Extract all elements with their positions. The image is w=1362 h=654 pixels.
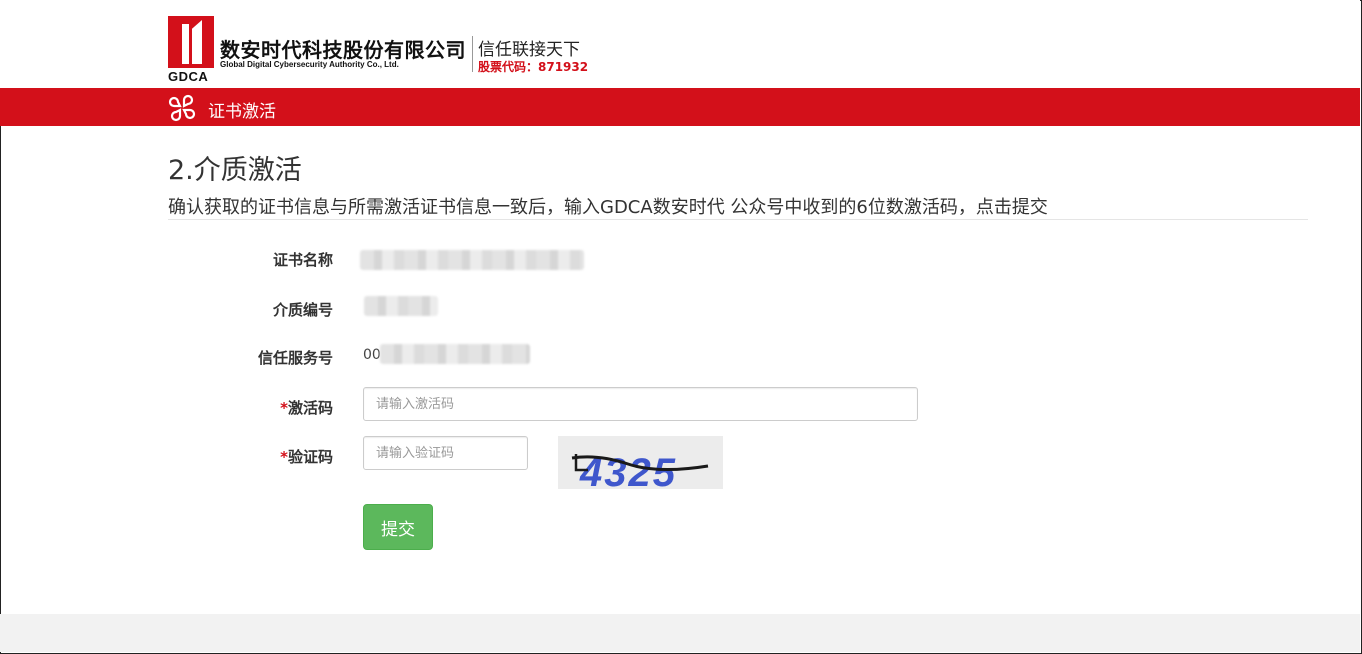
page-instructions: 确认获取的证书信息与所需激活证书信息一致后，输入GDCA数安时代 公众号中收到的… [168, 197, 1048, 218]
trust-service-prefix: 00 [363, 347, 381, 363]
page-footer [0, 614, 1360, 652]
captcha-label-text: 验证码 [287, 448, 333, 466]
activation-code-label: *激活码 [173, 397, 333, 418]
activation-code-label-text: 激活码 [287, 399, 333, 417]
clover-grid-icon [168, 94, 196, 122]
nav-bar [0, 88, 1360, 126]
cert-name-value-redacted [360, 250, 584, 270]
submit-button[interactable]: 提交 [363, 504, 433, 550]
title-divider [168, 219, 1308, 220]
company-name-en: Global Digital Cybersecurity Authority C… [220, 60, 399, 69]
stock-code: 股票代码：871932 [478, 60, 589, 74]
slogan: 信任联接天下 [478, 40, 580, 60]
trust-service-value-redacted [380, 344, 530, 364]
logo-text: GDCA [168, 69, 209, 84]
captcha-label: *验证码 [173, 446, 333, 467]
page-title: 2.介质激活 [168, 155, 302, 186]
nav-title: 证书激活 [208, 102, 276, 122]
cert-name-label: 证书名称 [272, 251, 333, 269]
medium-no-value-redacted [364, 296, 438, 316]
gdca-logo-mark [168, 16, 214, 68]
activation-code-input[interactable] [363, 387, 918, 421]
trust-service-label: 信任服务号 [257, 349, 333, 367]
captcha-image[interactable]: 4325 [558, 436, 723, 489]
required-mark: * [280, 399, 288, 417]
medium-no-label: 介质编号 [272, 301, 333, 319]
required-mark: * [280, 448, 288, 466]
captcha-input[interactable] [363, 436, 528, 470]
company-name-cn: 数安时代科技股份有限公司 [220, 38, 466, 62]
header-divider [472, 36, 473, 72]
site-header: GDCA 数安时代科技股份有限公司 Global Digital Cyberse… [0, 0, 1360, 88]
